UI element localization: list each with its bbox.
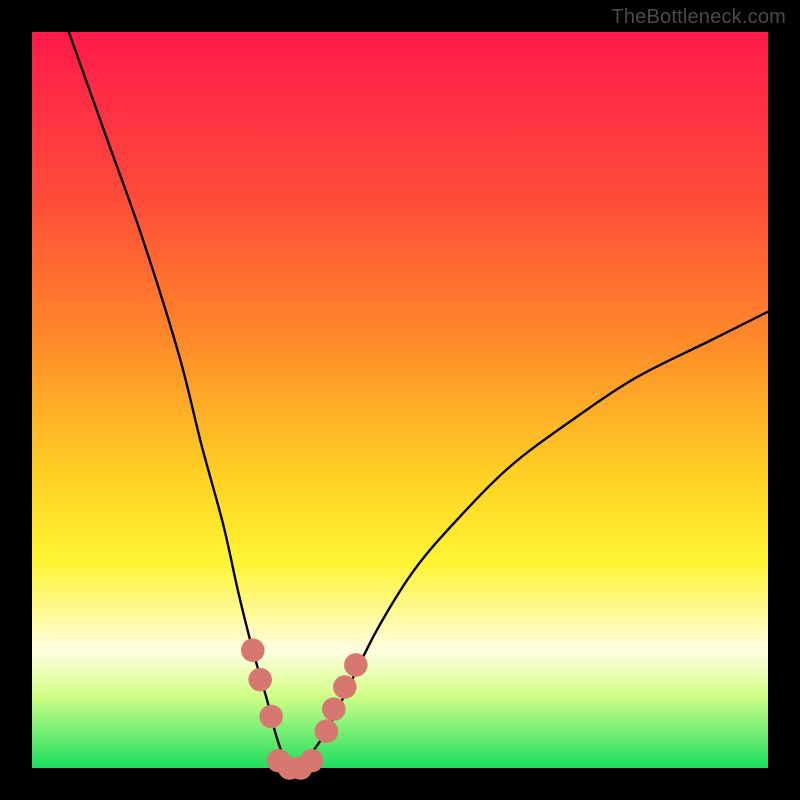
marker-dot [322,697,346,721]
marker-dot [333,675,357,699]
marker-dot [259,705,283,729]
marker-dot [241,638,265,662]
bottleneck-curve [69,32,768,769]
marker-dot [344,653,368,677]
marker-dot [248,668,272,692]
attribution-label: TheBottleneck.com [611,6,786,29]
chart-svg [32,32,768,768]
marker-dot [300,749,324,773]
chart-frame: TheBottleneck.com [0,0,800,800]
plot-area [32,32,768,768]
marker-dot [315,719,339,743]
marker-group [241,638,368,779]
